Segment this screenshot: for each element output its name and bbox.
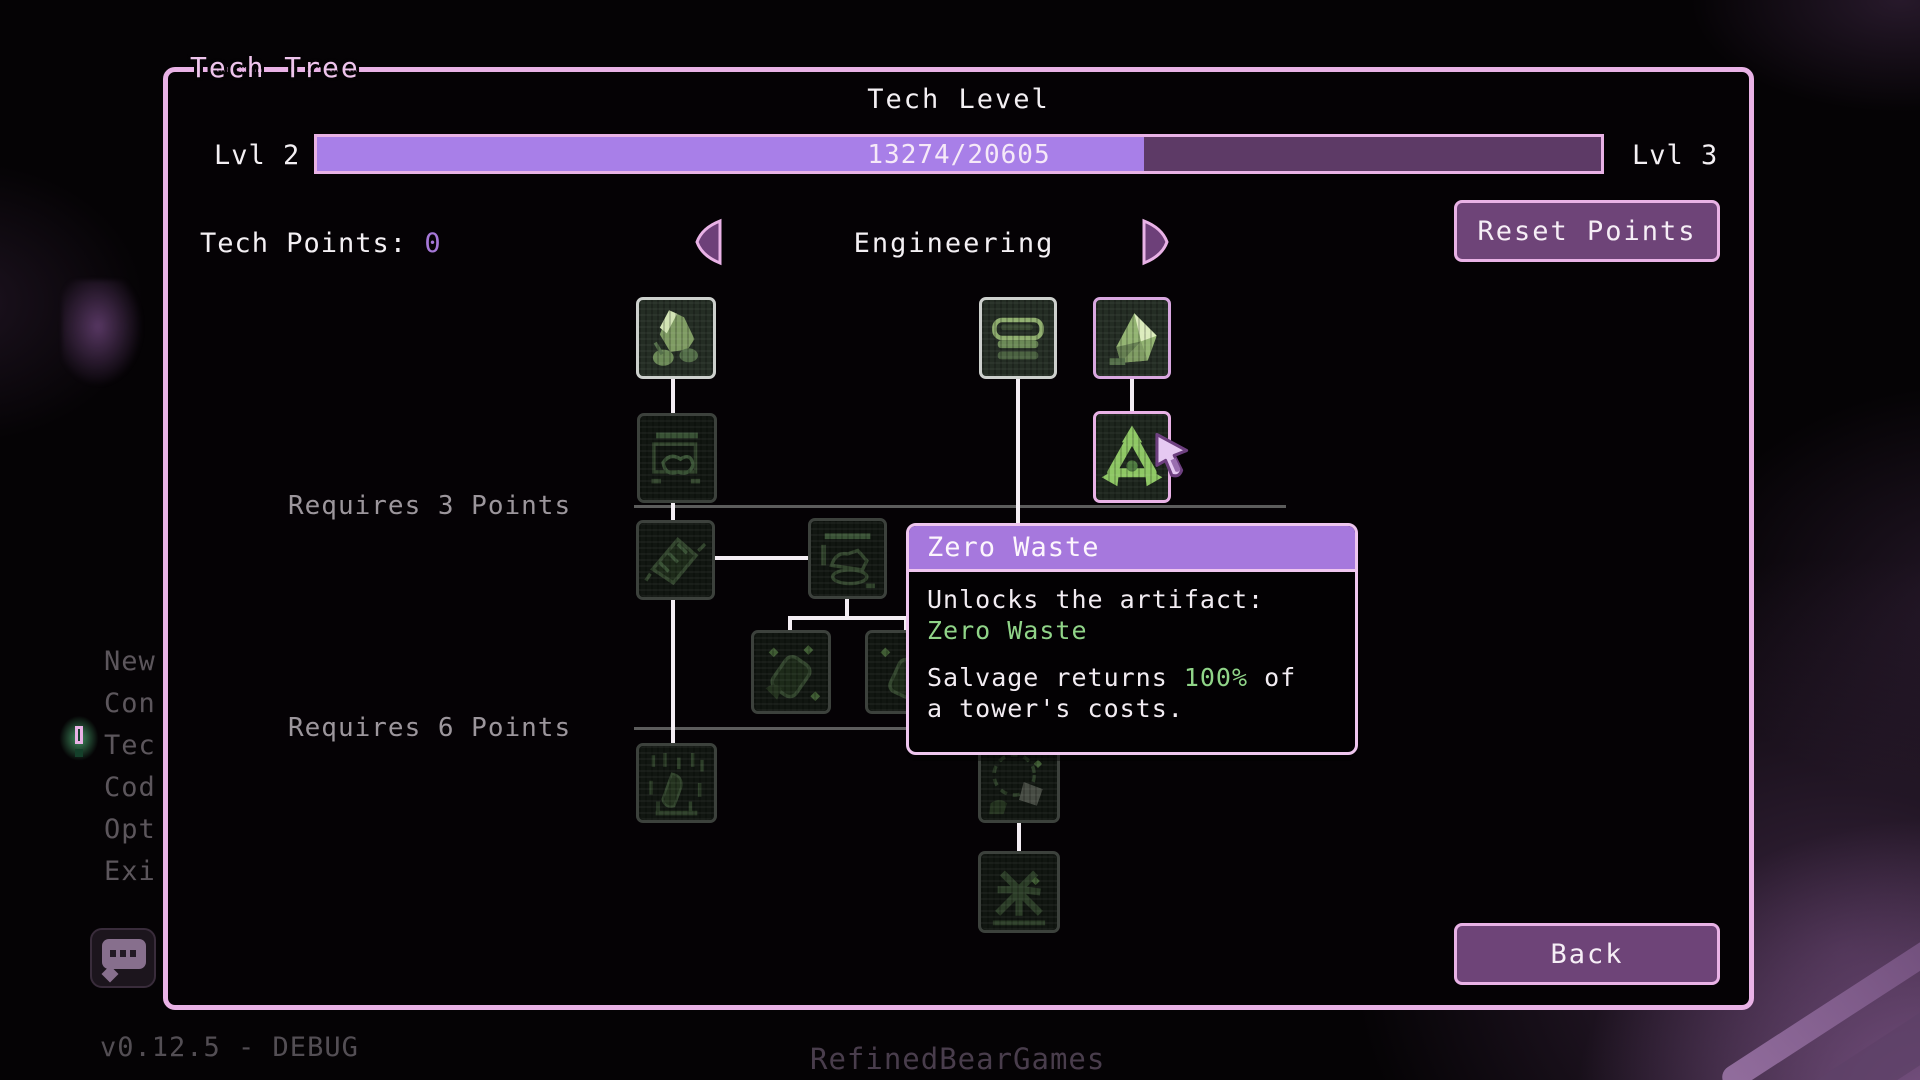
tooltip-zero-waste: Zero Waste Unlocks the artifact: Zero Wa… bbox=[906, 523, 1358, 755]
tech-level-progress-text: 13274/20605 bbox=[317, 137, 1601, 171]
category-name: Engineering bbox=[754, 228, 1154, 259]
salvage-suffix: of bbox=[1248, 663, 1296, 692]
tier1-divider bbox=[634, 505, 1286, 508]
tech-points-text: Tech Points: bbox=[200, 228, 424, 259]
game-screen: New Con Tec Cod Opt Exi v0.12.5 - DEBUG … bbox=[0, 0, 1920, 1080]
tech-node-chemical-barrel-icon[interactable] bbox=[751, 630, 831, 714]
tech-node-recycle-icon[interactable] bbox=[1093, 411, 1171, 503]
tech-node-burst-icon[interactable] bbox=[978, 851, 1060, 933]
tech-points-value: 0 bbox=[424, 228, 441, 259]
tech-tree-dialog: Tech Tree Tech Level Lvl 2 13274/20605 L… bbox=[163, 67, 1754, 1010]
tech-node-drill-icon[interactable] bbox=[636, 520, 715, 600]
tooltip-salvage-line2: a tower's costs. bbox=[927, 693, 1337, 724]
connector-line bbox=[1130, 377, 1134, 415]
level-left-label: Lvl 2 bbox=[214, 140, 300, 171]
exclamation-icon bbox=[56, 714, 102, 768]
salvage-prefix: Salvage returns bbox=[927, 663, 1184, 692]
tech-node-fabricator-icon[interactable] bbox=[637, 413, 717, 503]
chat-bubble-icon bbox=[90, 928, 156, 988]
tooltip-body: Unlocks the artifact: Zero Waste Salvage… bbox=[909, 572, 1355, 736]
tech-level-progressbar: 13274/20605 bbox=[314, 134, 1604, 174]
connector-line bbox=[671, 598, 675, 748]
tech-node-storm-icon[interactable] bbox=[636, 743, 717, 823]
tech-node-excavator-icon[interactable] bbox=[808, 518, 887, 599]
connector-line bbox=[714, 556, 810, 560]
back-button[interactable]: Back bbox=[1454, 923, 1720, 985]
tier2-requirement-label: Requires 6 Points bbox=[288, 713, 571, 743]
tooltip-line-unlocks: Unlocks the artifact: bbox=[927, 584, 1337, 615]
studio-watermark: RefinedBearGames bbox=[810, 1042, 1105, 1076]
connector-line bbox=[788, 616, 908, 620]
tech-node-turret-icon[interactable] bbox=[636, 297, 716, 379]
connector-line bbox=[1016, 377, 1020, 527]
tech-node-armor-stack-icon[interactable] bbox=[979, 297, 1057, 379]
level-right-label: Lvl 3 bbox=[1632, 140, 1718, 171]
tech-points-label: Tech Points: 0 bbox=[200, 228, 442, 259]
tooltip-artifact-name: Zero Waste bbox=[927, 615, 1337, 646]
connector-line bbox=[1017, 820, 1021, 855]
background-logo-glow bbox=[62, 280, 142, 396]
salvage-value: 100% bbox=[1184, 663, 1248, 692]
category-next-arrow[interactable] bbox=[1140, 218, 1172, 266]
tooltip-salvage-line: Salvage returns 100% of bbox=[927, 662, 1337, 693]
connector-line bbox=[671, 377, 675, 417]
tier1-requirement-label: Requires 3 Points bbox=[288, 491, 571, 521]
reset-points-button[interactable]: Reset Points bbox=[1454, 200, 1720, 262]
tech-node-crystal-icon[interactable] bbox=[1093, 297, 1171, 379]
dialog-title: Tech Tree bbox=[190, 51, 360, 84]
version-text: v0.12.5 - DEBUG bbox=[100, 1032, 359, 1063]
category-prev-arrow[interactable] bbox=[692, 218, 724, 266]
tech-level-title: Tech Level bbox=[168, 84, 1749, 115]
connector-line bbox=[845, 597, 849, 618]
tooltip-title: Zero Waste bbox=[909, 526, 1355, 572]
